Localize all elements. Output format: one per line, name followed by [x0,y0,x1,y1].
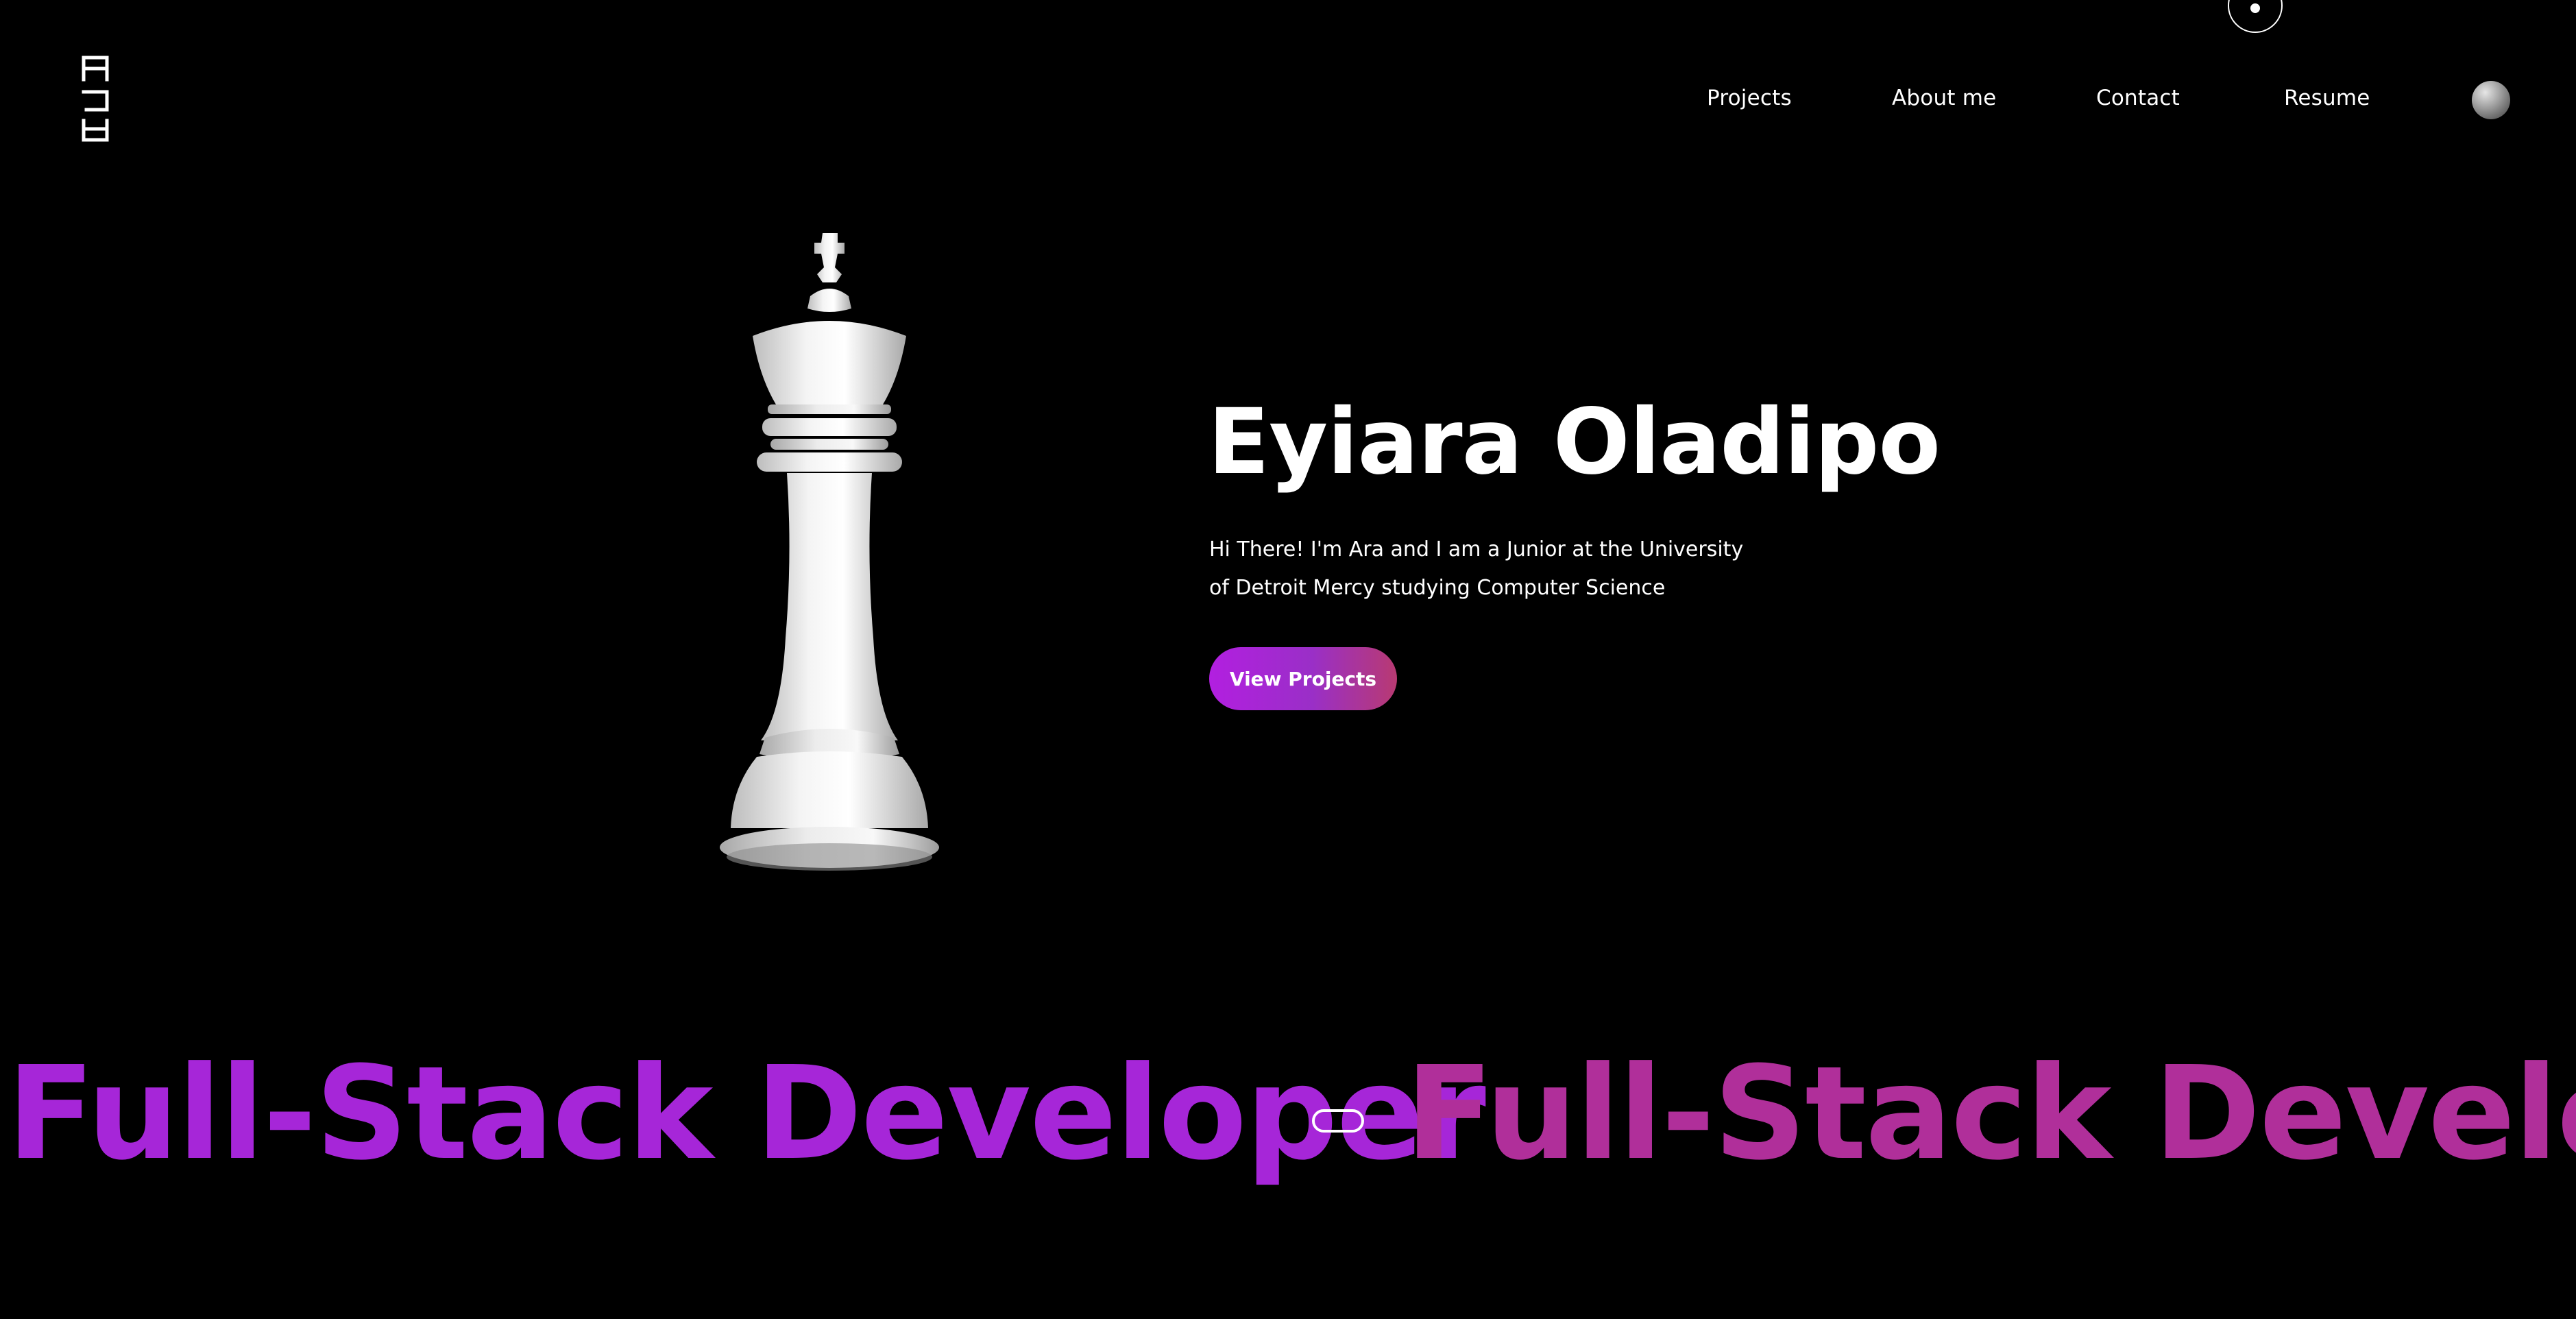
hero-description: Hi There! I'm Ara and I am a Junior at t… [1209,537,1744,600]
page: Projects About me Contact Resume Eyiara … [0,0,2576,1319]
chess-king-image [713,228,946,879]
marquee-separator-pill-icon [1312,1109,1364,1133]
cursor-dot-icon [2250,3,2260,13]
nav-link-resume[interactable]: Resume [2284,81,2370,115]
theme-toggle-orb-icon[interactable] [2472,81,2510,119]
nav-link-contact[interactable]: Contact [2096,81,2180,115]
marquee-text-secondary: Full-Stack Develope [1405,1042,2576,1186]
main-nav: Projects About me Contact Resume [0,81,2576,115]
nav-link-about[interactable]: About me [1892,81,1996,115]
view-projects-button[interactable]: View Projects [1209,647,1397,710]
hero-title: Eyiara Oladipo [1208,389,1941,495]
nav-link-projects[interactable]: Projects [1707,81,1792,115]
marquee-text-primary: Full-Stack Developer [7,1042,1486,1186]
chess-king-icon [720,233,939,871]
role-marquee: Full-Stack Developer Full-Stack Develope [0,1042,2576,1186]
